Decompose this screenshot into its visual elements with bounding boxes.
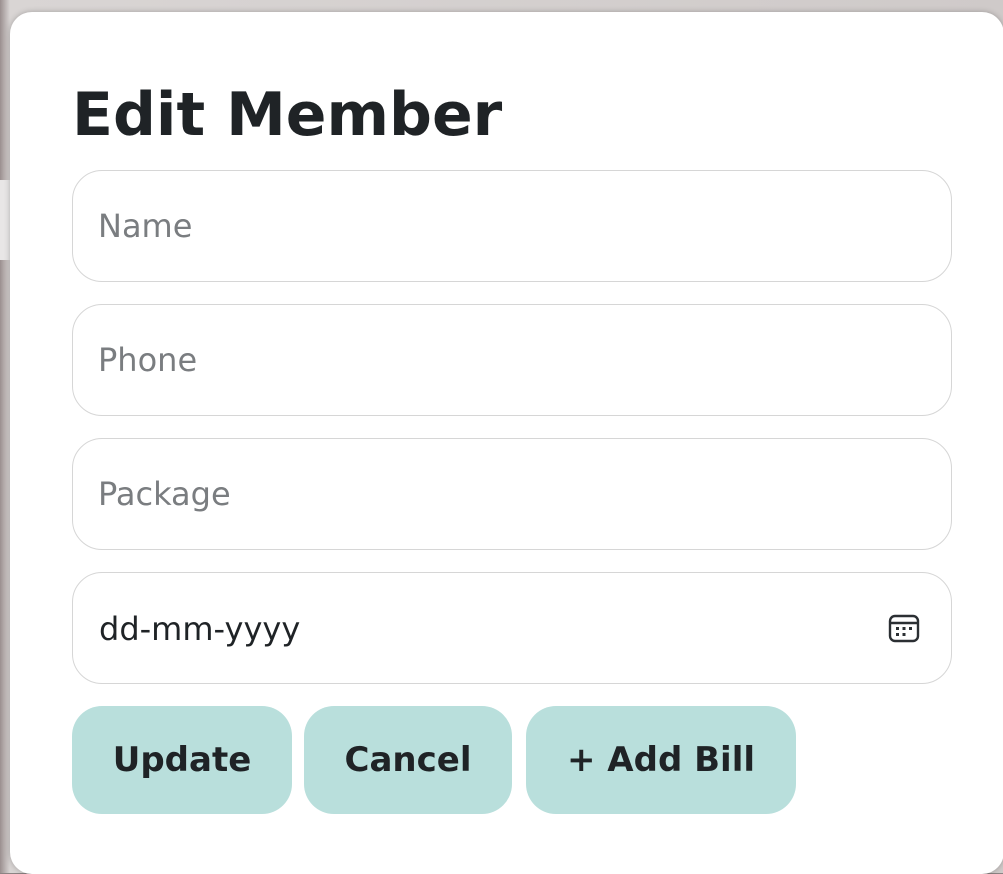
date-display: dd-mm-yyyy <box>99 610 301 648</box>
cancel-button[interactable]: Cancel <box>304 706 512 814</box>
edit-member-dialog: Edit Member dd-mm-yyyy Update Cancel + A… <box>10 12 1003 874</box>
phone-input[interactable] <box>73 305 951 415</box>
dialog-title: Edit Member <box>72 80 503 150</box>
calendar-icon[interactable] <box>887 611 921 645</box>
name-field-wrapper <box>72 170 952 282</box>
date-input[interactable]: dd-mm-yyyy <box>72 572 952 684</box>
add-bill-button[interactable]: + Add Bill <box>526 706 796 814</box>
phone-field-wrapper <box>72 304 952 416</box>
name-input[interactable] <box>73 171 951 281</box>
package-field-wrapper <box>72 438 952 550</box>
package-input[interactable] <box>73 439 951 549</box>
update-button[interactable]: Update <box>72 706 292 814</box>
